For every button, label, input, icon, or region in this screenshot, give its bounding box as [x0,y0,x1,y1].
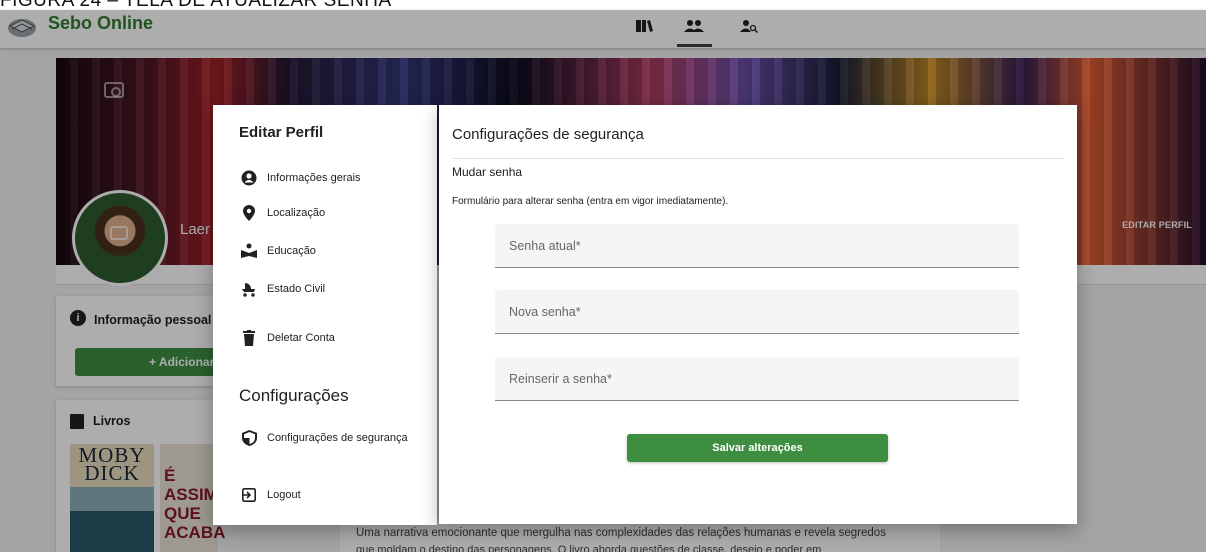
confirm-password-input[interactable] [495,357,1019,400]
new-password-input[interactable] [495,290,1019,333]
menu-item-security-settings[interactable]: Configurações de segurança [241,428,408,448]
current-password-field [495,224,1019,268]
menu-item-education[interactable]: Educação [241,241,316,261]
settings-nav-panel: Editar Perfil Informações gerais Localiz… [213,105,437,525]
school-icon [241,243,257,259]
figure-caption: FIGURA 24 – TELA DE ATUALIZAR SENHA [0,0,600,10]
menu-item-general-info[interactable]: Informações gerais [241,168,361,188]
menu-item-label: Localização [267,207,326,219]
change-password-heading: Mudar senha [452,165,523,179]
menu-item-logout[interactable]: Logout [241,485,301,505]
location-pin-icon [241,205,257,221]
panel-title: Configurações de segurança [452,126,644,143]
menu-item-delete-account[interactable]: Deletar Conta [241,328,335,348]
menu-item-location[interactable]: Localização [241,203,325,223]
edit-profile-heading: Editar Perfil [239,124,324,141]
logout-icon [241,487,257,503]
new-password-field [495,290,1019,334]
trash-icon [241,330,257,346]
save-changes-button[interactable]: Salvar alterações [627,434,888,462]
confirm-password-field [495,357,1019,401]
menu-item-label: Estado Civil [267,283,326,295]
menu-item-label: Logout [267,489,301,501]
current-password-input[interactable] [495,224,1019,267]
security-settings-panel: Configurações de segurança Mudar senha F… [439,105,1077,524]
menu-item-label: Educação [267,245,316,257]
divider [452,158,1064,159]
settings-heading: Configurações [239,386,349,405]
change-password-description: Formulário para alterar senha (entra em … [452,196,729,207]
menu-item-label: Informações gerais [267,172,361,184]
shield-icon [241,430,257,446]
account-circle-icon [241,170,257,186]
stroller-icon [241,281,257,297]
menu-item-label: Configurações de segurança [267,432,408,444]
menu-item-label: Deletar Conta [267,332,335,344]
menu-item-marital-status[interactable]: Estado Civil [241,279,325,299]
